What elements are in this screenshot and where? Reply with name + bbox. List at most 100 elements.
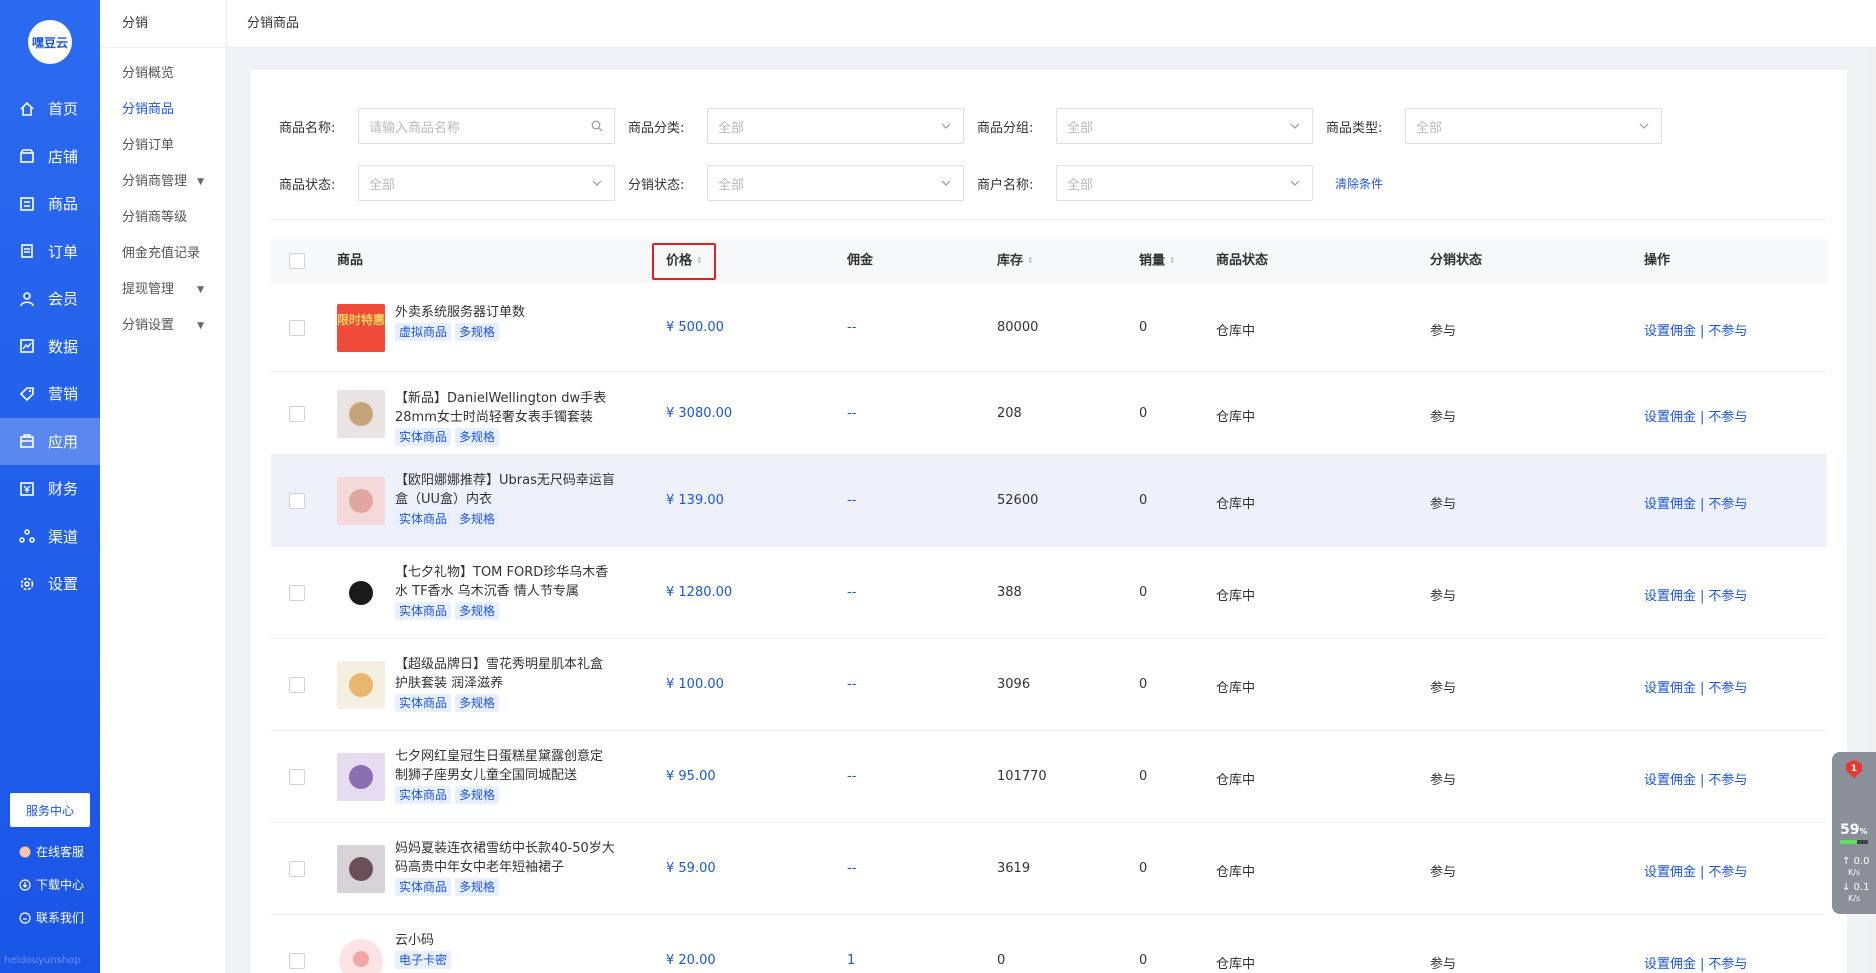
contact-us-link[interactable]: 联系我们	[18, 909, 84, 926]
status-select[interactable]: 全部	[358, 165, 615, 201]
sort-icon[interactable]: ⇕	[1027, 239, 1034, 283]
submenu-item-distributor-mgmt[interactable]: 分销商管理 ▼	[100, 164, 226, 200]
submenu-item-dist-settings[interactable]: 分销设置 ▼	[100, 308, 226, 344]
product-thumbnail[interactable]	[337, 477, 385, 525]
table-row[interactable]: 七夕网红皇冠生日蛋糕星黛露创意定制狮子座男女儿童全国同城配送 实体商品 多规格 ¥ 9…	[271, 731, 1827, 823]
nav-item-goods[interactable]: 商品	[0, 180, 100, 228]
product-name[interactable]: 【七夕礼物】TOM FORD珍华乌木香水 TF香水 乌木沉香 情人节专属	[395, 563, 615, 601]
not-participate-link[interactable]: 不参与	[1708, 773, 1747, 788]
download-center-link[interactable]: 下载中心	[18, 876, 84, 893]
submenu-item-withdraw[interactable]: 提现管理 ▼	[100, 272, 226, 308]
table-row[interactable]: 【七夕礼物】TOM FORD珍华乌木香水 TF香水 乌木沉香 情人节专属 实体商品…	[271, 547, 1827, 639]
brand-logo[interactable]: 嘿豆云	[28, 20, 72, 64]
table-row[interactable]: 【欧阳娜娜推荐】Ubras无尺码幸运盲盒（UU盒）内衣 实体商品 多规格 ¥ 139.…	[271, 455, 1827, 547]
group-select[interactable]: 全部	[1056, 108, 1313, 144]
header-stock[interactable]: 库存 ⇕	[997, 239, 1034, 283]
merchant-select[interactable]: 全部	[1056, 165, 1313, 201]
set-commission-link[interactable]: 设置佣金	[1644, 681, 1696, 696]
not-participate-link[interactable]: 不参与	[1708, 497, 1747, 512]
service-center-button[interactable]: 服务中心	[10, 793, 90, 827]
nav-item-finance[interactable]: 财务	[0, 465, 100, 513]
row-checkbox[interactable]	[289, 493, 305, 509]
nav-label: 商品	[48, 195, 79, 214]
set-commission-link[interactable]: 设置佣金	[1644, 589, 1696, 604]
system-monitor-widget[interactable]: 1 59% ↑ 0.0 K/s ↓ 0.1 K/s	[1832, 752, 1876, 914]
chevron-down-icon	[939, 119, 953, 133]
product-thumbnail[interactable]	[337, 661, 385, 709]
submenu-item-distributor-level[interactable]: 分销商等级	[100, 200, 226, 236]
product-tag: 多规格	[455, 602, 500, 620]
submenu-item-recharge-log[interactable]: 佣金充值记录	[100, 236, 226, 272]
nav-item-data[interactable]: 数据	[0, 323, 100, 371]
not-participate-link[interactable]: 不参与	[1708, 324, 1747, 339]
product-name[interactable]: 妈妈夏装连衣裙雪纺中长款40-50岁大码高贵中年女中老年短袖裙子	[395, 839, 615, 877]
sort-icon[interactable]: ⇕	[1169, 239, 1176, 283]
commission-cell: --	[847, 769, 857, 784]
not-participate-link[interactable]: 不参与	[1708, 865, 1747, 880]
set-commission-link[interactable]: 设置佣金	[1644, 865, 1696, 880]
sales-cell: 0	[1139, 861, 1148, 876]
table-row[interactable]: 妈妈夏装连衣裙雪纺中长款40-50岁大码高贵中年女中老年短袖裙子 实体商品 多规格 ¥…	[271, 823, 1827, 915]
row-checkbox[interactable]	[289, 861, 305, 877]
table-row[interactable]: 【超级品牌日】雪花秀明星肌本礼盒护肤套装 润泽滋养 实体商品 多规格 ¥ 100.00…	[271, 639, 1827, 731]
product-thumbnail[interactable]	[337, 753, 385, 801]
not-participate-link[interactable]: 不参与	[1708, 410, 1747, 425]
order-icon	[18, 242, 36, 260]
set-commission-link[interactable]: 设置佣金	[1644, 957, 1696, 972]
product-name[interactable]: 七夕网红皇冠生日蛋糕星黛露创意定制狮子座男女儿童全国同城配送	[395, 747, 615, 785]
nav-item-member[interactable]: 会员	[0, 275, 100, 323]
product-name[interactable]: 【欧阳娜娜推荐】Ubras无尺码幸运盲盒（UU盒）内衣	[395, 471, 615, 509]
sales-cell: 0	[1139, 677, 1148, 692]
product-name[interactable]: 外卖系统服务器订单数	[395, 303, 615, 322]
product-thumbnail[interactable]: 限时特惠	[337, 304, 385, 352]
set-commission-link[interactable]: 设置佣金	[1644, 324, 1696, 339]
type-select[interactable]: 全部	[1405, 108, 1662, 144]
nav-item-settings[interactable]: 设置	[0, 560, 100, 608]
product-name-input[interactable]: 请输入商品名称	[358, 108, 615, 144]
nav-item-home[interactable]: 首页	[0, 85, 100, 133]
product-thumbnail[interactable]	[337, 390, 385, 438]
clear-filters-link[interactable]: 清除条件	[1335, 175, 1383, 192]
product-name[interactable]: 【新品】DanielWellington dw手表28mm女士时尚轻奢女表手镯套…	[395, 389, 615, 427]
header-sales[interactable]: 销量 ⇕	[1139, 239, 1176, 283]
product-thumbnail[interactable]	[337, 569, 385, 617]
set-commission-link[interactable]: 设置佣金	[1644, 497, 1696, 512]
row-checkbox[interactable]	[289, 320, 305, 336]
set-commission-link[interactable]: 设置佣金	[1644, 410, 1696, 425]
row-checkbox[interactable]	[289, 953, 305, 969]
product-name[interactable]: 【超级品牌日】雪花秀明星肌本礼盒护肤套装 润泽滋养	[395, 655, 615, 693]
row-checkbox[interactable]	[289, 585, 305, 601]
row-checkbox[interactable]	[289, 769, 305, 785]
search-icon[interactable]	[590, 119, 604, 133]
table-row[interactable]: 限时特惠 外卖系统服务器订单数 虚拟商品 多规格 ¥ 500.00 -- 80000 0 仓库中…	[271, 283, 1827, 372]
category-select[interactable]: 全部	[707, 108, 964, 144]
dist-status-select[interactable]: 全部	[707, 165, 964, 201]
nav-item-channel[interactable]: 渠道	[0, 513, 100, 561]
submenu-label: 分销商等级	[122, 210, 188, 225]
submenu-item-dist-orders[interactable]: 分销订单	[100, 128, 226, 164]
table-row[interactable]: 云小码 电子卡密 ¥ 20.00 1 0 0 仓库中 参与 设置佣金 | 不参与	[271, 915, 1827, 973]
set-commission-link[interactable]: 设置佣金	[1644, 773, 1696, 788]
price-cell: ¥ 3080.00	[666, 406, 733, 421]
submenu-item-overview[interactable]: 分销概览	[100, 56, 226, 92]
nav-item-marketing[interactable]: 营销	[0, 370, 100, 418]
product-thumbnail[interactable]	[337, 937, 385, 973]
product-name[interactable]: 云小码	[395, 931, 615, 950]
nav-item-app[interactable]: 应用	[0, 417, 100, 465]
submenu-item-dist-goods[interactable]: 分销商品	[100, 92, 226, 128]
not-participate-link[interactable]: 不参与	[1708, 681, 1747, 696]
table-row[interactable]: 【新品】DanielWellington dw手表28mm女士时尚轻奢女表手镯套…	[271, 372, 1827, 455]
online-service-link[interactable]: 在线客服	[18, 843, 84, 860]
nav-item-order[interactable]: 订单	[0, 228, 100, 276]
not-participate-link[interactable]: 不参与	[1708, 589, 1747, 604]
download-unit: K/s	[1848, 894, 1861, 903]
nav-item-shop[interactable]: 店铺	[0, 133, 100, 181]
product-tag: 多规格	[455, 786, 500, 804]
goods-icon	[18, 195, 36, 213]
row-checkbox[interactable]	[289, 406, 305, 422]
select-all-checkbox[interactable]	[289, 253, 305, 269]
row-checkbox[interactable]	[289, 677, 305, 693]
product-tag: 实体商品	[395, 510, 452, 528]
product-thumbnail[interactable]	[337, 845, 385, 893]
not-participate-link[interactable]: 不参与	[1708, 957, 1747, 972]
